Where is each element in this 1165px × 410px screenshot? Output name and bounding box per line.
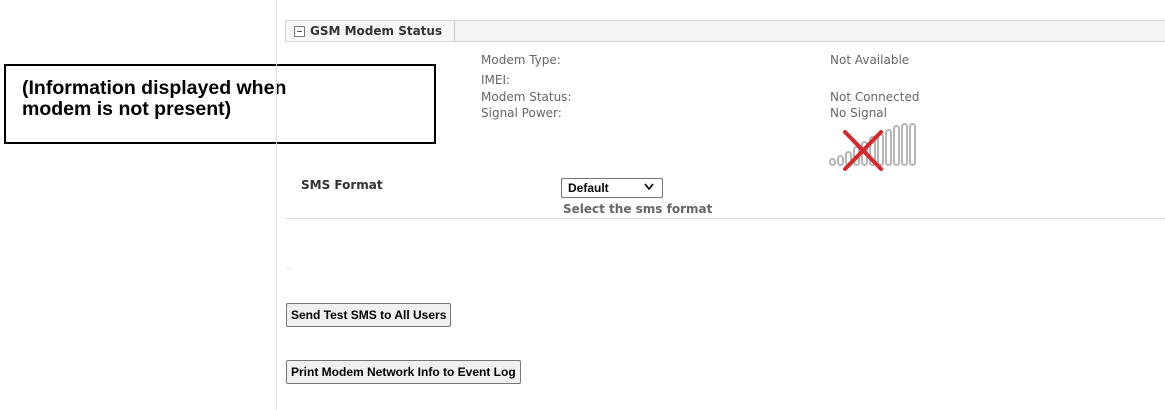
divider <box>285 218 1165 219</box>
signal-bar-9 <box>893 125 900 166</box>
signal-power-value: No Signal <box>830 106 887 120</box>
send-test-sms-button[interactable]: Send Test SMS to All Users <box>286 303 452 327</box>
signal-bar-1 <box>829 158 836 166</box>
sms-format-selected: Default <box>568 181 609 195</box>
section-title: GSM Modem Status <box>310 24 443 38</box>
callout-line-2: modem is not present) <box>22 98 232 120</box>
signal-bar-11 <box>909 123 916 166</box>
sms-format-label: SMS Format <box>301 178 383 192</box>
no-signal-bars-icon <box>829 123 916 171</box>
collapse-minus-icon[interactable] <box>294 25 305 37</box>
callout-line-1: (Information displayed when <box>22 77 287 99</box>
modem-status-label: Modem Status: <box>481 90 572 104</box>
sms-format-help: Select the sms format <box>563 202 713 216</box>
print-modem-info-button[interactable]: Print Modem Network Info to Event Log <box>286 360 521 384</box>
info-callout: (Information displayed when modem is not… <box>4 64 436 144</box>
section-tab: GSM Modem Status <box>286 21 455 41</box>
signal-bar-7 <box>877 133 884 166</box>
chevron-down-icon <box>644 183 654 191</box>
sms-format-select[interactable]: Default <box>561 178 663 198</box>
small-divider <box>286 268 292 269</box>
signal-bar-8 <box>885 129 892 166</box>
modem-status-value: Not Connected <box>830 90 920 104</box>
modem-type-label: Modem Type: <box>481 53 561 67</box>
panel-border <box>276 0 277 410</box>
signal-power-label: Signal Power: <box>481 106 562 120</box>
modem-type-value: Not Available <box>830 53 910 67</box>
imei-label: IMEI: <box>481 73 511 87</box>
signal-bar-2 <box>837 155 844 166</box>
signal-bar-10 <box>901 123 908 166</box>
gsm-modem-status-header: GSM Modem Status <box>285 20 1165 42</box>
